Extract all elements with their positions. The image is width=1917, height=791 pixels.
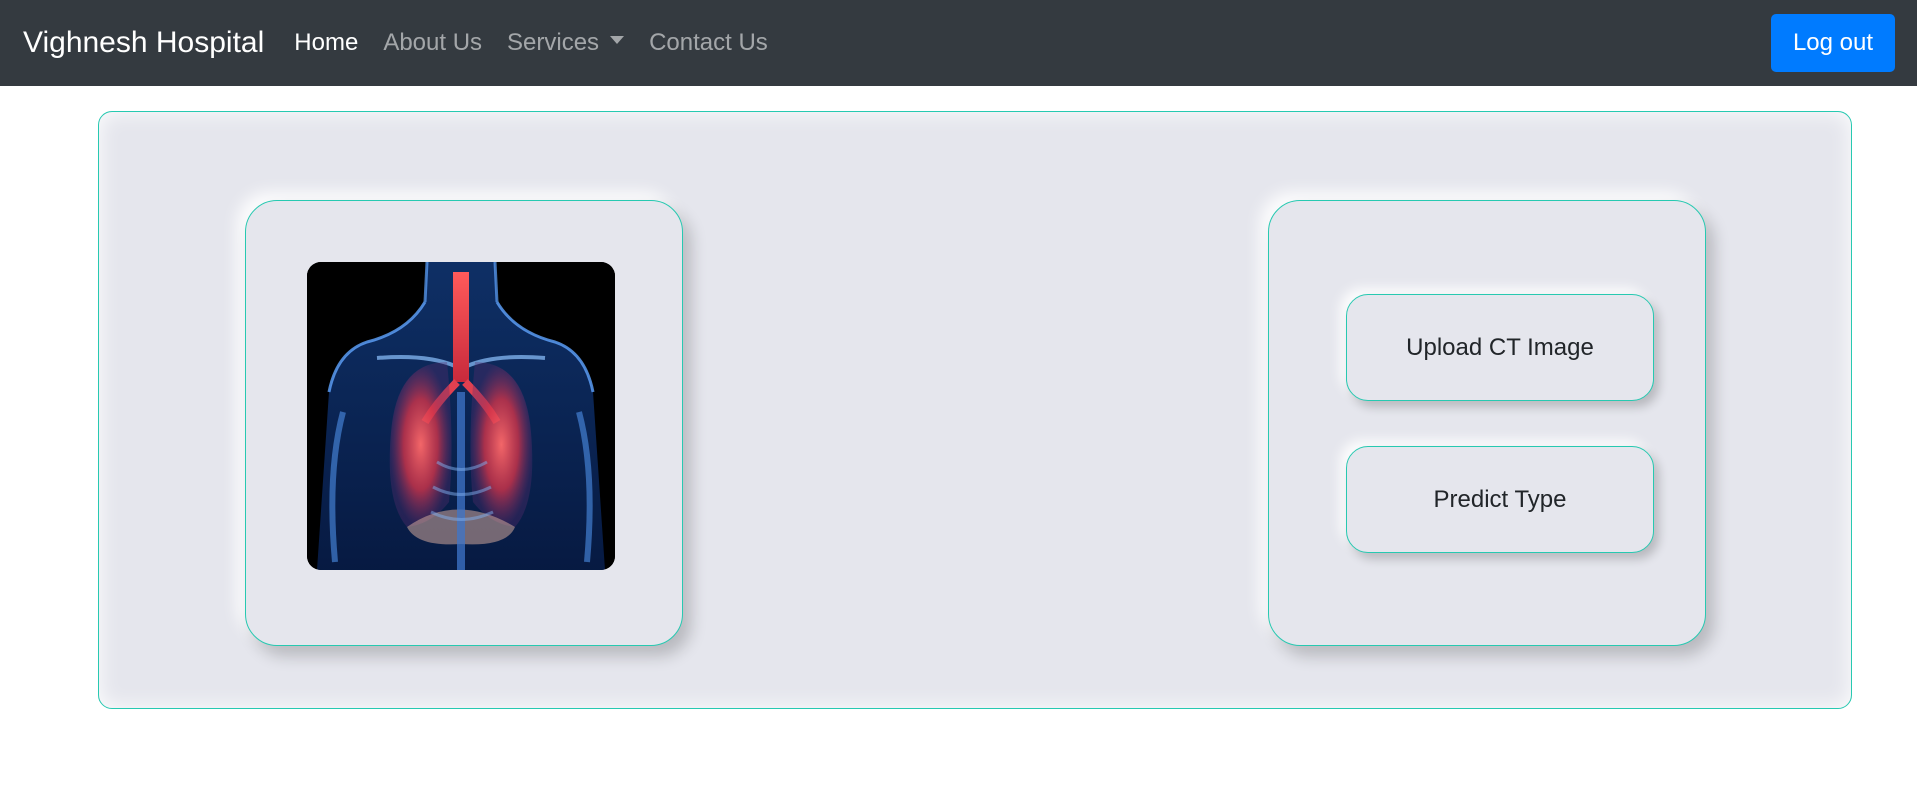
image-card: [245, 200, 683, 646]
nav-item-about-us[interactable]: About Us: [383, 29, 482, 57]
nav-item-contact-us[interactable]: Contact Us: [649, 29, 768, 57]
caret-down-icon: [610, 36, 625, 44]
logout-button[interactable]: Log out: [1771, 14, 1895, 72]
nav-menu: Home About Us Services Contact Us: [294, 29, 793, 57]
lungs-xray-image: [307, 262, 615, 570]
brand-link[interactable]: Vighnesh Hospital: [23, 26, 264, 60]
predict-type-button[interactable]: Predict Type: [1346, 446, 1654, 553]
actions-card: Upload CT Image Predict Type: [1268, 200, 1706, 646]
nav-item-services-label: Services: [507, 29, 600, 56]
navbar: Vighnesh Hospital Home About Us Services…: [0, 0, 1917, 86]
upload-ct-image-button[interactable]: Upload CT Image: [1346, 294, 1654, 401]
nav-item-home[interactable]: Home: [294, 29, 358, 57]
nav-item-services[interactable]: Services: [507, 29, 625, 57]
